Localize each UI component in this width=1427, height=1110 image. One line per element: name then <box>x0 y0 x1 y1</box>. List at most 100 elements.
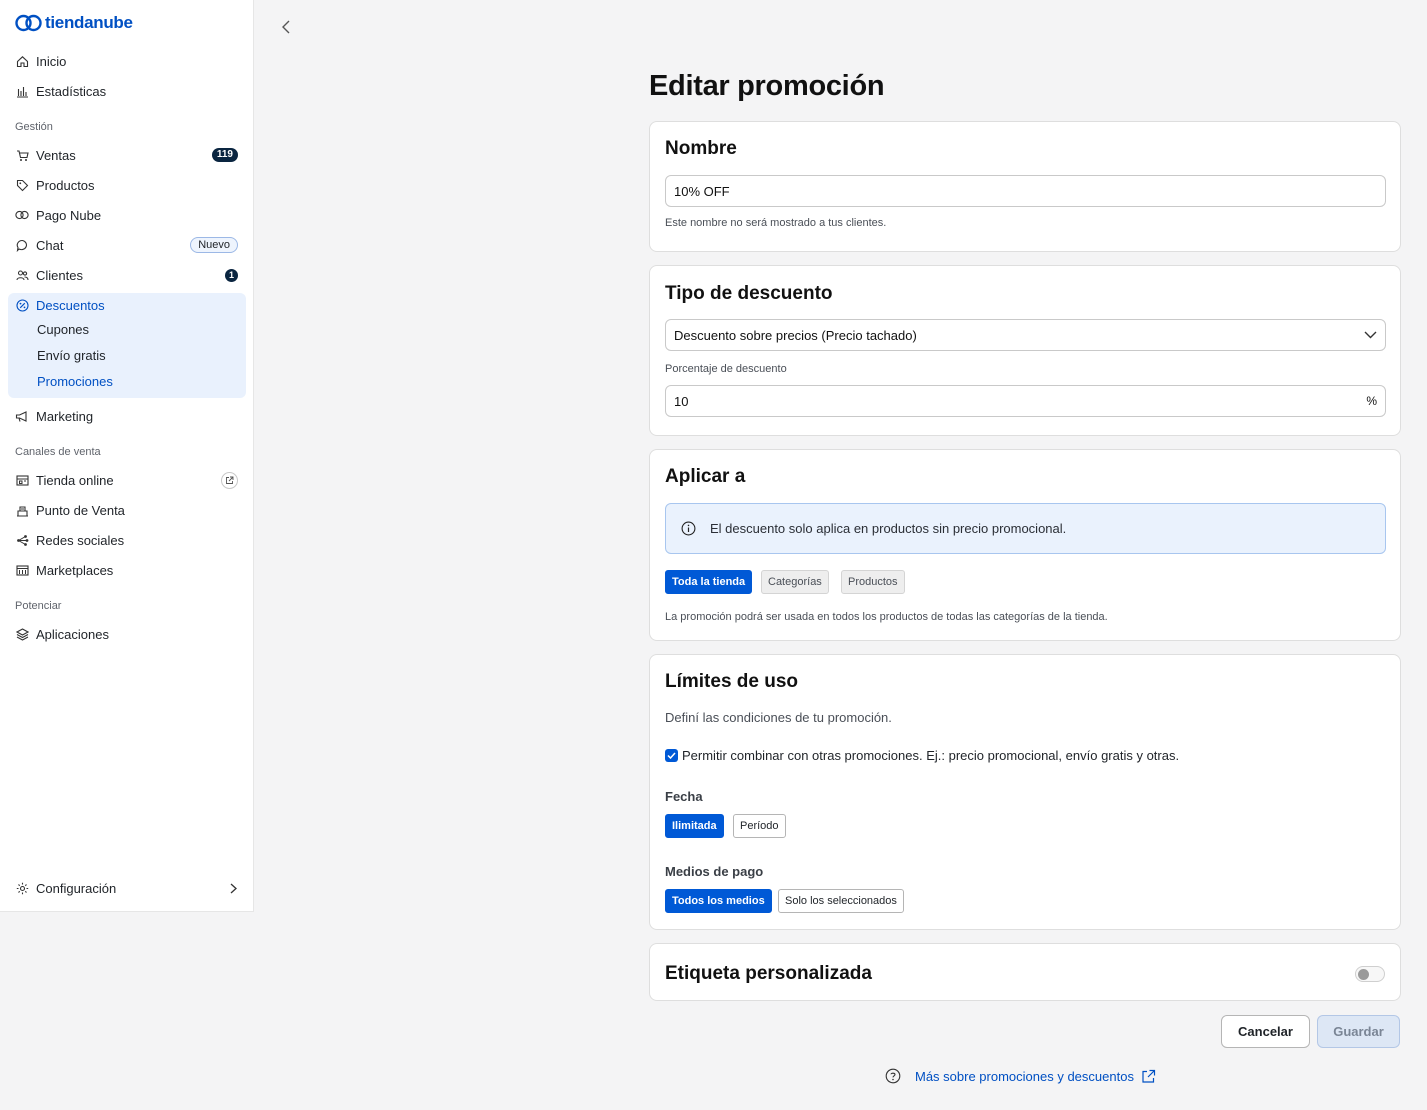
combinar-checkbox[interactable] <box>665 749 678 762</box>
tag-icon <box>15 178 29 192</box>
sidebar-item-label: Clientes <box>36 267 83 283</box>
tipo-descuento-select[interactable]: Descuento sobre precios (Precio tachado) <box>665 319 1386 351</box>
fecha-label: Fecha <box>665 789 703 804</box>
apps-icon <box>15 627 29 641</box>
etiqueta-card: Etiqueta personalizada <box>649 943 1401 1001</box>
tiendanube-logo-icon <box>15 14 42 32</box>
chevron-left-icon <box>282 20 290 34</box>
etiqueta-toggle[interactable] <box>1355 966 1385 982</box>
save-button[interactable]: Guardar <box>1317 1015 1400 1048</box>
discount-icon <box>15 298 29 312</box>
sidebar-item-label: Chat <box>36 237 64 253</box>
sidebar-item-label: Inicio <box>36 53 67 69</box>
open-store-icon[interactable] <box>221 471 238 489</box>
fecha-periodo-option[interactable]: Período <box>733 814 786 838</box>
sidebar-item-productos[interactable]: Productos <box>8 171 246 199</box>
sidebar-item-punto-de-venta[interactable]: Punto de Venta <box>8 496 246 524</box>
pos-icon <box>15 503 29 517</box>
help-link-text: Más sobre promociones y descuentos <box>915 1068 1134 1084</box>
users-icon <box>15 268 29 282</box>
nombre-card: Nombre Este nombre no será mostrado a tu… <box>649 121 1401 252</box>
limites-card-title: Límites de uso <box>665 671 799 692</box>
sidebar-item-estadisticas[interactable]: Estadísticas <box>8 77 246 105</box>
sidebar-item-tienda-online[interactable]: Tienda online <box>8 466 246 494</box>
gear-icon <box>15 881 29 895</box>
home-icon <box>15 54 29 68</box>
question-circle-icon <box>885 1068 901 1084</box>
check-icon <box>667 752 676 759</box>
sidebar: tiendanube Inicio Estadísticas Gestión V… <box>0 0 254 912</box>
tiendanube-logo[interactable]: tiendanube <box>15 13 133 33</box>
limites-subtitle: Definí las condiciones de tu promoción. <box>665 710 892 725</box>
sidebar-item-label: Punto de Venta <box>36 502 125 518</box>
info-alert: El descuento solo aplica en productos si… <box>665 503 1386 554</box>
tipo-descuento-card: Tipo de descuento Descuento sobre precio… <box>649 265 1401 436</box>
sidebar-item-descuentos[interactable]: Descuentos <box>8 291 246 319</box>
nombre-card-title: Nombre <box>665 138 737 159</box>
marketplace-icon <box>15 563 29 577</box>
sidebar-item-clientes[interactable]: Clientes 1 <box>8 261 246 289</box>
help-link[interactable]: Más sobre promociones y descuentos <box>885 1068 1156 1084</box>
ventas-count-badge: 119 <box>211 148 238 162</box>
porcentaje-value: 10 <box>674 393 689 409</box>
bar-chart-icon <box>15 84 29 98</box>
nuevo-badge: Nuevo <box>190 237 238 253</box>
sidebar-item-aplicaciones[interactable]: Aplicaciones <box>8 620 246 648</box>
solo-seleccionados-option[interactable]: Solo los seleccionados <box>778 889 904 913</box>
sidebar-item-inicio[interactable]: Inicio <box>8 47 246 75</box>
sidebar-item-label: Configuración <box>36 880 117 896</box>
combinar-label: Permitir combinar con otras promociones.… <box>682 748 1180 763</box>
aplicar-card-title: Aplicar a <box>665 466 746 487</box>
sidebar-item-label: Ventas <box>36 147 76 163</box>
tipo-descuento-select-value: Descuento sobre precios (Precio tachado) <box>674 327 917 343</box>
tipo-descuento-card-title: Tipo de descuento <box>665 283 833 304</box>
sidebar-item-label: Tienda online <box>36 472 114 488</box>
toda-la-tienda-option[interactable]: Toda la tienda <box>665 570 753 594</box>
pago-nube-icon <box>15 208 29 222</box>
info-icon <box>681 521 696 536</box>
sidebar-item-label: Productos <box>36 177 95 193</box>
nombre-helper-text: Este nombre no será mostrado a tus clien… <box>665 217 887 229</box>
porcentaje-input[interactable]: 10 % <box>665 385 1386 417</box>
share-icon <box>15 533 29 547</box>
sidebar-item-pago-nube[interactable]: Pago Nube <box>8 201 246 229</box>
sidebar-item-label: Marketing <box>36 408 94 424</box>
sidebar-item-label: Aplicaciones <box>36 626 109 642</box>
categorias-option[interactable]: Categorías <box>761 570 829 594</box>
sidebar-item-configuracion[interactable]: Configuración <box>8 874 246 902</box>
sidebar-item-chat[interactable]: Chat Nuevo <box>8 231 246 259</box>
fecha-ilimitada-option[interactable]: Ilimitada <box>665 814 724 838</box>
sidebar-item-redes-sociales[interactable]: Redes sociales <box>8 526 246 554</box>
sidebar-item-label: Descuentos <box>36 297 105 313</box>
page-title: Editar promoción <box>649 70 885 102</box>
productos-option[interactable]: Productos <box>841 570 905 594</box>
sidebar-item-ventas[interactable]: Ventas 119 <box>8 141 246 169</box>
sidebar-item-marketplaces[interactable]: Marketplaces <box>8 556 246 584</box>
sidebar-subitem-promociones[interactable]: Promociones <box>37 374 113 389</box>
chevron-right-icon <box>230 883 237 894</box>
chevron-down-icon <box>1364 331 1377 339</box>
external-link-icon <box>1141 1069 1156 1084</box>
aplicar-card: Aplicar a El descuento solo aplica en pr… <box>649 449 1401 641</box>
clientes-count-badge: 1 <box>225 268 238 282</box>
limites-card: Límites de uso Definí las condiciones de… <box>649 654 1401 930</box>
cancel-button[interactable]: Cancelar <box>1221 1015 1310 1048</box>
back-button[interactable] <box>277 17 295 37</box>
porcentaje-label: Porcentaje de descuento <box>665 363 787 375</box>
nombre-input[interactable] <box>665 175 1386 207</box>
sidebar-subitem-cupones[interactable]: Cupones <box>37 322 89 337</box>
todos-los-medios-option[interactable]: Todos los medios <box>665 889 772 913</box>
megaphone-icon <box>15 409 29 423</box>
sidebar-item-label: Redes sociales <box>36 532 125 548</box>
toggle-knob <box>1358 969 1369 980</box>
etiqueta-card-title: Etiqueta personalizada <box>665 963 872 984</box>
logo-text: tiendanube <box>45 13 133 32</box>
section-label-gestion: Gestión <box>15 121 53 133</box>
section-label-canales: Canales de venta <box>15 446 101 458</box>
sidebar-item-marketing[interactable]: Marketing <box>8 402 246 430</box>
medios-label: Medios de pago <box>665 864 764 879</box>
section-label-potenciar: Potenciar <box>15 600 62 612</box>
sidebar-item-label: Estadísticas <box>36 83 107 99</box>
sidebar-item-label: Pago Nube <box>36 207 102 223</box>
sidebar-subitem-envio-gratis[interactable]: Envío gratis <box>37 348 106 363</box>
